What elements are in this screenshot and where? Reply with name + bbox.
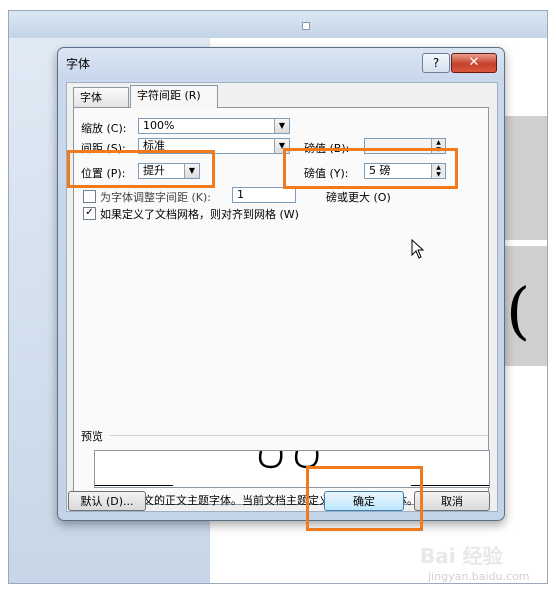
kerning-checkbox[interactable]	[83, 190, 96, 203]
tab-font[interactable]: 字体 (N)	[73, 87, 129, 124]
cancel-button[interactable]: 取消	[414, 491, 490, 511]
scale-select[interactable]: 100% ▼	[138, 118, 290, 134]
mouse-cursor-icon	[411, 239, 425, 259]
watermark-logo: Bai 经验	[420, 544, 503, 568]
help-button[interactable]: ?	[422, 53, 450, 73]
highlight-position	[67, 150, 215, 188]
close-button[interactable]: ✕	[451, 53, 497, 73]
preview-heading: 预览	[81, 430, 103, 443]
default-button[interactable]: 默认 (D)...	[68, 491, 146, 511]
preview-box	[94, 450, 490, 488]
close-icon: ✕	[468, 55, 480, 70]
kerning-input[interactable]: 1	[232, 187, 296, 203]
preview-baseline-left	[95, 485, 173, 486]
preview-separator	[110, 435, 488, 436]
kerning-value: 1	[237, 188, 244, 201]
help-icon: ?	[432, 56, 440, 70]
kerning-suffix: 磅或更大 (O)	[326, 191, 391, 204]
scale-value: 100%	[143, 119, 175, 132]
watermark-url: jingyan.baidu.com	[428, 570, 530, 583]
font-dialog: 字体 ? ✕ 字体 (N) 字符间距 (R) 缩放 (C): 100% ▼ 间距…	[57, 47, 505, 521]
highlight-ok-button	[306, 466, 423, 531]
scale-label: 缩放 (C):	[81, 122, 127, 135]
kerning-label: 为字体调整字间距 (K):	[100, 191, 211, 204]
highlight-position-by	[283, 148, 458, 189]
dropdown-arrow-icon: ▼	[274, 119, 289, 133]
grid-checkbox[interactable]: ✓	[83, 207, 96, 220]
grid-label: 如果定义了文档网格，则对齐到网格 (W)	[100, 208, 299, 221]
checkmark-icon: ✓	[85, 207, 94, 218]
tab-character-spacing[interactable]: 字符间距 (R)	[130, 85, 218, 108]
dialog-title: 字体	[66, 57, 91, 71]
dialog-body: 字体 (N) 字符间距 (R) 缩放 (C): 100% ▼ 间距 (S): 标…	[66, 82, 498, 512]
